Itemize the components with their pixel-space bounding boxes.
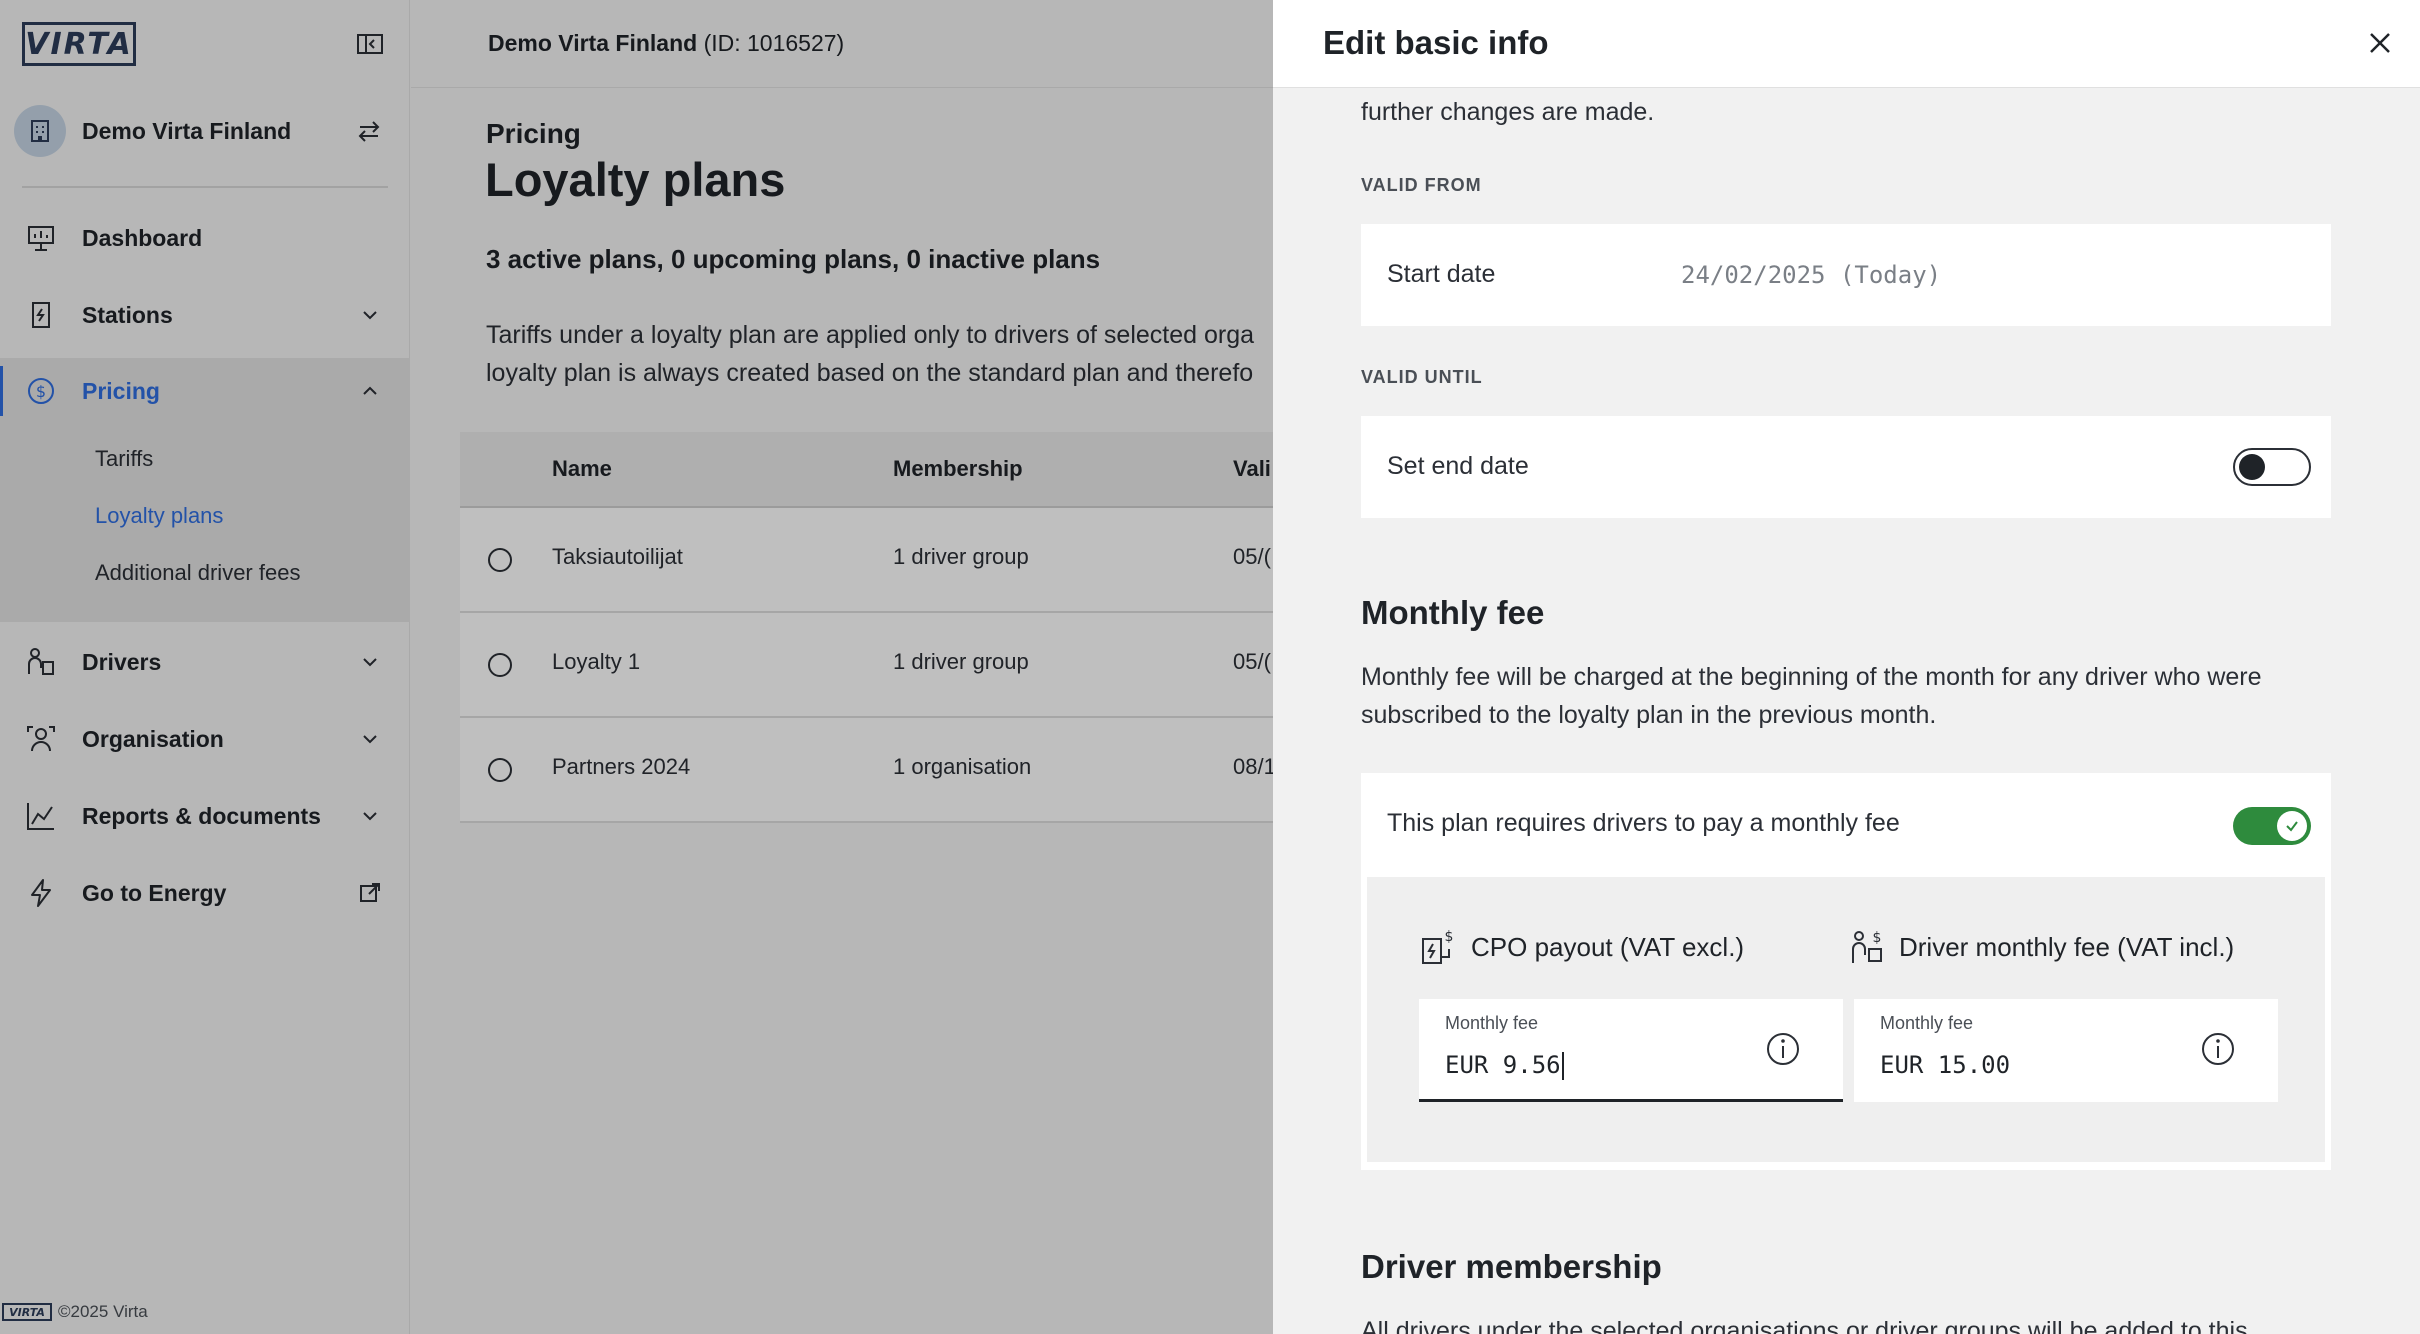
valid-until-caption: VALID UNTIL bbox=[1361, 367, 1483, 387]
svg-text:$: $ bbox=[1445, 929, 1454, 945]
monthly-fee-desc-line-2: subscribed to the loyalty plan in the pr… bbox=[1361, 701, 1937, 729]
fee-inputs-panel: $ CPO payout (VAT excl.) $ Driver monthl… bbox=[1367, 877, 2325, 1162]
end-date-label: Set end date bbox=[1387, 452, 1529, 480]
text-caret bbox=[1561, 1052, 1564, 1080]
info-icon[interactable] bbox=[2200, 1031, 2236, 1067]
cpo-field-value-wrap: EUR 9.56 bbox=[1445, 1051, 1564, 1080]
cpo-payout-heading: $ CPO payout (VAT excl.) bbox=[1419, 927, 1744, 967]
drawer-header: Edit basic info bbox=[1273, 0, 2420, 88]
start-date-value: 24/02/2025 (Today) bbox=[1681, 261, 1942, 289]
driver-field-value: EUR 15.00 bbox=[1880, 1051, 2011, 1079]
close-icon[interactable] bbox=[2363, 26, 2397, 60]
start-date-card: Start date 24/02/2025 (Today) bbox=[1361, 224, 2331, 326]
driver-fee-heading: $ Driver monthly fee (VAT incl.) bbox=[1847, 927, 2234, 967]
start-date-label: Start date bbox=[1387, 260, 1496, 288]
cpo-payout-icon: $ bbox=[1419, 927, 1459, 967]
drawer-title: Edit basic info bbox=[1323, 24, 1549, 61]
checkmark-icon bbox=[2277, 811, 2307, 841]
requires-fee-label: This plan requires drivers to pay a mont… bbox=[1387, 809, 1900, 837]
driver-membership-heading: Driver membership bbox=[1361, 1248, 1662, 1285]
driver-membership-description: All drivers under the selected organisat… bbox=[1361, 1317, 2248, 1334]
monthly-fee-desc-line-1: Monthly fee will be charged at the begin… bbox=[1361, 663, 2262, 691]
driver-fee-icon: $ bbox=[1847, 927, 1887, 967]
svg-text:$: $ bbox=[1873, 930, 1882, 946]
driver-field-label: Monthly fee bbox=[1880, 1013, 1974, 1033]
monthly-fee-description: Monthly fee will be charged at the begin… bbox=[1361, 658, 2341, 734]
requires-fee-toggle[interactable] bbox=[2233, 807, 2311, 845]
modal-backdrop[interactable] bbox=[0, 0, 1273, 1334]
monthly-fee-heading: Monthly fee bbox=[1361, 594, 1545, 631]
end-date-card: Set end date bbox=[1361, 416, 2331, 518]
cpo-field-value: EUR 9.56 bbox=[1445, 1051, 1561, 1079]
monthly-fee-card: This plan requires drivers to pay a mont… bbox=[1361, 773, 2331, 1170]
cpo-monthly-fee-input[interactable]: Monthly fee EUR 9.56 bbox=[1419, 999, 1843, 1102]
cpo-field-label: Monthly fee bbox=[1445, 1013, 1539, 1033]
driver-monthly-fee-input[interactable]: Monthly fee EUR 15.00 bbox=[1854, 999, 2278, 1102]
edit-basic-info-drawer: Edit basic info further changes are made… bbox=[1273, 0, 2420, 1334]
info-icon[interactable] bbox=[1765, 1031, 1801, 1067]
driver-fee-title: Driver monthly fee (VAT incl.) bbox=[1899, 931, 2235, 962]
valid-from-caption: VALID FROM bbox=[1361, 175, 1482, 195]
intro-text: further changes are made. bbox=[1361, 98, 1655, 126]
end-date-toggle[interactable] bbox=[2233, 448, 2311, 486]
cpo-payout-title: CPO payout (VAT excl.) bbox=[1471, 931, 1745, 962]
toggle-knob bbox=[2239, 454, 2265, 480]
